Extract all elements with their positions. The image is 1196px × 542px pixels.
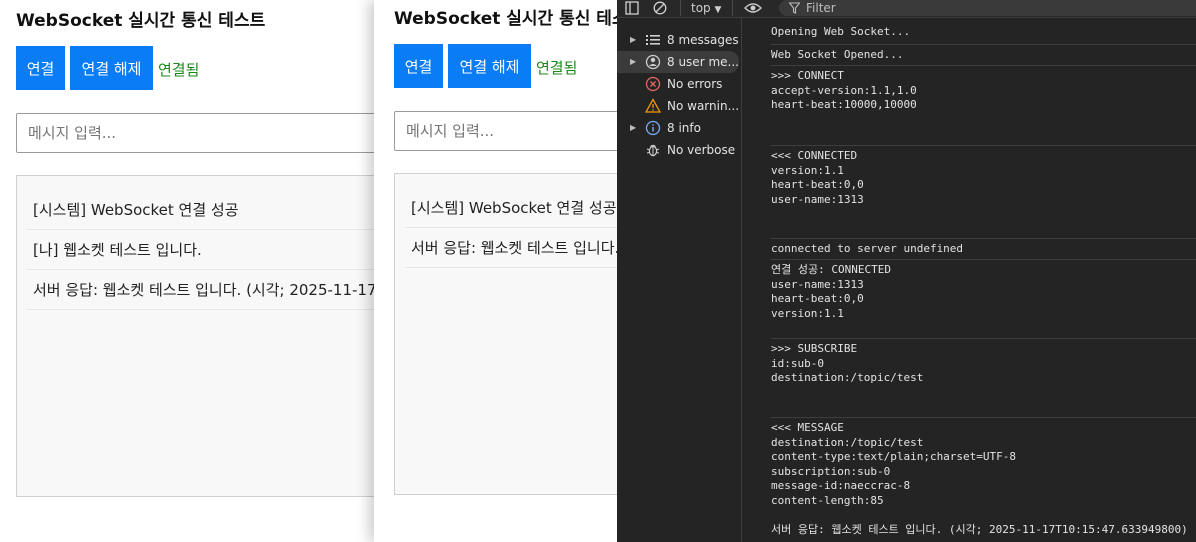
disconnect-button[interactable]: 연결 해제 — [70, 46, 153, 90]
console-log-entry: 연결 성공: CONNECTED user-name:1313 heart-be… — [771, 259, 1196, 321]
console-log-entry: >>> SUBSCRIBE id:sub-0 destination:/topi… — [771, 338, 1196, 386]
sidebar-item-warnings[interactable]: No warnin... — [617, 95, 739, 117]
console-sidebar: ▶ 8 messages ▶ 8 user me... No errors No… — [617, 18, 742, 542]
devtools-console: top ▼ Filter ▶ 8 messages ▶ 8 user me...… — [617, 0, 1196, 542]
live-expression-eye-icon[interactable] — [744, 0, 762, 16]
message-input[interactable] — [16, 113, 374, 153]
console-toolbar: top ▼ Filter — [617, 0, 1196, 18]
message-item: [나] 웹소켓 테스트 입니다. — [27, 230, 374, 270]
sidebar-item-errors[interactable]: No errors — [617, 73, 739, 95]
filter-placeholder: Filter — [806, 1, 836, 15]
connection-status: 연결됨 — [536, 59, 578, 77]
connect-button[interactable]: 연결 — [394, 44, 443, 88]
clear-console-icon[interactable] — [653, 0, 669, 16]
page-title: WebSocket 실시간 통신 테스트 — [16, 11, 266, 31]
expand-arrow-icon: ▶ — [630, 57, 637, 66]
info-icon — [645, 117, 661, 139]
message-item: 서버 응답: 웹소켓 테스트 입니다. (시각; 2025-11-17T10:1… — [27, 270, 374, 310]
sidebar-item-user-messages[interactable]: ▶ 8 user me... — [617, 51, 739, 73]
connection-status: 연결됨 — [158, 61, 200, 79]
filter-icon — [788, 0, 801, 18]
client-window-right: WebSocket 실시간 통신 테스트 연결 연결 해제 연결됨 [시스템] … — [374, 0, 618, 542]
page-title: WebSocket 실시간 통신 테스트 — [394, 9, 618, 29]
message-item: [시스템] WebSocket 연결 성공 — [405, 188, 618, 228]
sidebar-item-verbose[interactable]: No verbose — [617, 139, 739, 161]
expand-arrow-icon: ▶ — [630, 35, 637, 44]
chevron-down-icon: ▼ — [714, 5, 722, 15]
warning-icon — [644, 95, 662, 117]
list-icon — [645, 29, 661, 51]
error-icon — [645, 73, 661, 95]
message-item: [시스템] WebSocket 연결 성공 — [27, 190, 374, 230]
expand-arrow-icon: ▶ — [630, 123, 637, 132]
message-log: [시스템] WebSocket 연결 성공 서버 응답: 웹소켓 테스트 입니다… — [394, 173, 618, 495]
context-label: top — [691, 1, 711, 15]
console-log-entry: Web Socket Opened... — [771, 44, 1196, 63]
message-input[interactable] — [394, 111, 618, 151]
user-icon — [645, 51, 661, 73]
sidebar-toggle-icon[interactable] — [625, 0, 641, 16]
client-window-left: WebSocket 실시간 통신 테스트 연결 연결 해제 연결됨 [시스템] … — [0, 0, 374, 542]
console-log-entry: >>> CONNECT accept-version:1.1,1.0 heart… — [771, 65, 1196, 113]
console-log-entry: connected to server undefined — [771, 238, 1196, 257]
connect-button[interactable]: 연결 — [16, 46, 65, 90]
disconnect-button[interactable]: 연결 해제 — [448, 44, 531, 88]
filter-input[interactable]: Filter — [779, 0, 1196, 16]
message-item: 서버 응답: 웹소켓 테스트 입니다. (시각; 2025-11-17T10:1… — [405, 228, 618, 268]
message-log: [시스템] WebSocket 연결 성공 [나] 웹소켓 테스트 입니다. 서… — [16, 175, 374, 497]
context-selector[interactable]: top ▼ — [691, 0, 721, 16]
sidebar-item-messages[interactable]: ▶ 8 messages — [617, 29, 739, 51]
sidebar-item-info[interactable]: ▶ 8 info — [617, 117, 739, 139]
console-log-entry: <<< CONNECTED version:1.1 heart-beat:0,0… — [771, 145, 1196, 207]
console-log-entry: Opening Web Socket... — [771, 25, 911, 38]
bug-icon — [645, 139, 661, 161]
console-log-entry: <<< MESSAGE destination:/topic/test cont… — [771, 417, 1196, 537]
